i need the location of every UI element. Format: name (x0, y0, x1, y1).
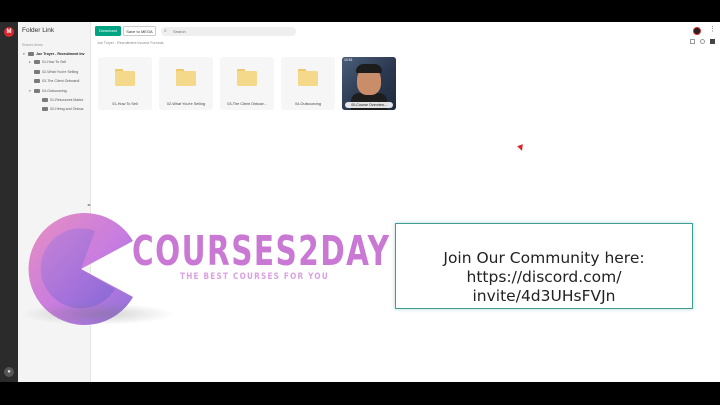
search-bar[interactable]: ⌕ (161, 26, 296, 36)
folder-icon (34, 78, 40, 83)
sidebar-item-label: 02-Hiring and Onboa (50, 106, 84, 111)
community-line-1: Join Our Community here: (443, 249, 645, 267)
folder-icon (28, 51, 34, 56)
avatar-icon[interactable] (693, 27, 701, 35)
courses2day-brand-text: COURSES2DAY (132, 227, 391, 275)
sidebar-item-label: 01-Resources Marke (50, 97, 84, 102)
download-button[interactable]: Download (95, 26, 121, 36)
folder-tile-label: 01-How To Sell (112, 102, 138, 106)
folder-icon (34, 69, 40, 74)
account-icon[interactable]: ● (4, 367, 14, 377)
folder-icon (237, 71, 257, 86)
sidebar-item-label: 04-Outsourcing (42, 88, 67, 93)
sidebar-item-label: 03-The Client Onboardi (42, 78, 80, 83)
sidebar-item-how-to-sell[interactable]: ▸ 01-How To Sell (29, 58, 89, 65)
folder-icon (42, 97, 48, 102)
info-icon[interactable] (700, 39, 705, 44)
sidebar-item-hiring-onboarding[interactable]: 02-Hiring and Onboa (42, 105, 89, 112)
sidebar-item-root-folder[interactable]: ▾ Joe Troyer - Recruitment Inv (23, 50, 89, 57)
sidebar-item-outsourcing[interactable]: ▾ 04-Outsourcing (29, 87, 89, 94)
sidebar-item-label: 02-What You're Selling (42, 69, 79, 74)
sidebar: Folder Link Shared items ▾ Joe Troyer - … (18, 22, 91, 382)
folder-tile-outsourcing[interactable]: 04-Outsourcing (281, 57, 335, 110)
app-window: M ● Folder Link Shared items ▾ Joe Troye… (0, 22, 720, 382)
folder-icon (34, 88, 40, 93)
sidebar-item-label: 01-How To Sell (42, 59, 67, 64)
folder-icon (176, 71, 196, 86)
sidebar-item-what-youre-selling[interactable]: 02-What You're Selling (34, 68, 89, 75)
community-line-2: https://discord.com/ (466, 268, 622, 286)
mouse-cursor-icon (517, 144, 525, 152)
video-tile-label: 00-Course Overview... (345, 102, 393, 108)
courses2day-tagline: THE BEST COURSES FOR YOU (180, 272, 329, 282)
mail-icon[interactable] (690, 39, 695, 44)
sidebar-item-label: Joe Troyer - Recruitment Inv (36, 51, 85, 56)
grid-view-icon[interactable] (710, 39, 715, 44)
folder-tile-label: 02-What You're Selling (166, 102, 206, 106)
folder-icon (115, 71, 135, 86)
folder-icon (42, 106, 48, 111)
folder-icon (34, 59, 40, 64)
video-duration: 10:51 (344, 58, 353, 62)
video-thumbnail-cap (356, 64, 382, 73)
sidebar-collapse-handle[interactable]: ◂▸ (87, 202, 91, 207)
sidebar-item-client-onboarding[interactable]: 03-The Client Onboardi (34, 77, 89, 84)
sidebar-section-label: Shared items (22, 43, 43, 47)
community-line-3: invite/4d3UHsFVJn (472, 287, 616, 305)
sidebar-title: Folder Link (22, 27, 55, 34)
left-rail: M ● (0, 22, 18, 382)
video-tile-course-overview[interactable]: 10:51 00-Course Overview... (342, 57, 396, 110)
logo-shadow (20, 303, 175, 325)
folder-tile-label: 03-The Client Onboar... (227, 102, 267, 106)
search-input[interactable] (173, 26, 288, 36)
folder-icon (298, 71, 318, 86)
mega-logo-icon[interactable]: M (4, 27, 14, 37)
save-to-mega-button[interactable]: Save to MEGA (123, 26, 156, 36)
folder-tile-what-youre-selling[interactable]: 02-What You're Selling (159, 57, 213, 110)
sidebar-item-resources-marketing[interactable]: 01-Resources Marke (42, 96, 89, 103)
folder-tile-label: 04-Outsourcing (295, 102, 321, 106)
search-icon: ⌕ (164, 27, 167, 34)
folder-tile-how-to-sell[interactable]: 01-How To Sell (98, 57, 152, 110)
community-banner: Join Our Community here: https://discord… (395, 223, 693, 309)
breadcrumb[interactable]: Joe Troyer - Recruitment Income Formula (97, 41, 164, 45)
more-options-icon[interactable]: ⋮ (709, 26, 716, 34)
folder-tile-client-onboarding[interactable]: 03-The Client Onboar... (220, 57, 274, 110)
